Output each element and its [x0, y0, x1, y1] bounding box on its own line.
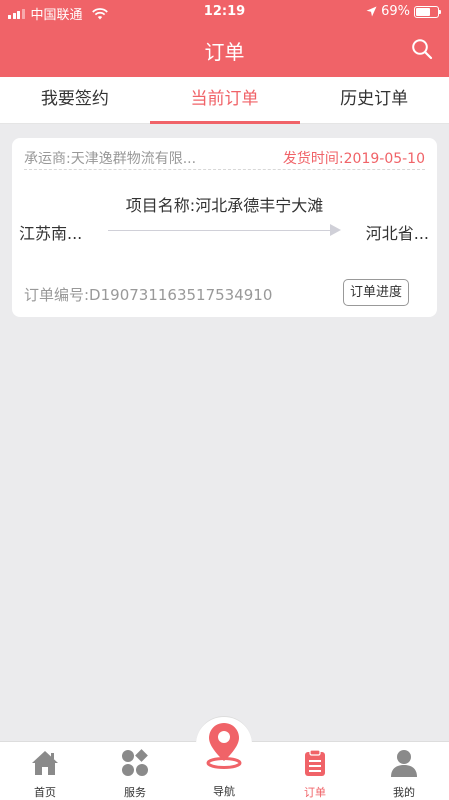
- battery-icon: [414, 5, 441, 18]
- battery-percent: 69%: [381, 4, 410, 19]
- tab-current-orders[interactable]: 当前订单: [149, 77, 300, 124]
- status-bar: 中国联通 12:19 69%: [0, 0, 449, 26]
- order-card[interactable]: 承运商:天津逸群物流有限... 发货时间:2019-05-10 项目名称:河北承…: [12, 138, 437, 317]
- tabbar-item-orders[interactable]: 订单: [270, 742, 360, 800]
- order-number: 订单编号:D190731163517534910: [24, 286, 273, 304]
- order-card-header: 承运商:天津逸群物流有限... 发货时间:2019-05-10: [24, 148, 425, 170]
- route-line: [108, 230, 336, 231]
- tabbar-item-services[interactable]: 服务: [90, 742, 180, 800]
- page-title: 订单: [204, 40, 245, 64]
- tabbar-label-home: 首页: [34, 786, 56, 799]
- tabbar-label-services: 服务: [124, 786, 146, 799]
- route-arrow-icon: [330, 224, 341, 236]
- ship-time-label: 发货时间:2019-05-10: [282, 151, 425, 167]
- origin-location: 江苏南...: [19, 224, 83, 243]
- search-icon[interactable]: [411, 38, 433, 60]
- tabbar-label-profile: 我的: [393, 786, 415, 799]
- tab-sign-contract[interactable]: 我要签约: [0, 77, 150, 123]
- battery-fill: [416, 7, 431, 16]
- tabbar-label-orders: 订单: [304, 786, 326, 799]
- tabbar-label-navigation: 导航: [213, 785, 235, 798]
- carrier-label: 承运商:天津逸群物流有限...: [24, 151, 197, 167]
- order-progress-button[interactable]: 订单进度: [342, 279, 409, 306]
- project-name: 项目名称:河北承德丰宁大滩: [125, 196, 324, 215]
- destination-location: 河北省...: [365, 224, 429, 243]
- status-right: 69%: [366, 4, 441, 19]
- tab-order-history[interactable]: 历史订单: [299, 77, 449, 123]
- location-pin-icon: [206, 723, 242, 769]
- tabbar-item-home[interactable]: 首页: [0, 742, 90, 800]
- tabbar-item-navigation[interactable]: [196, 716, 252, 772]
- clipboard-icon: [305, 749, 325, 776]
- location-arrow-icon: [366, 6, 377, 17]
- user-icon: [391, 750, 417, 777]
- services-icon: [122, 749, 148, 776]
- tabbar-item-profile[interactable]: 我的: [359, 742, 449, 800]
- home-icon: [32, 751, 58, 775]
- app-header: 中国联通 12:19 69% 订单: [0, 0, 449, 77]
- order-tabs: 我要签约 当前订单 历史订单: [0, 77, 449, 124]
